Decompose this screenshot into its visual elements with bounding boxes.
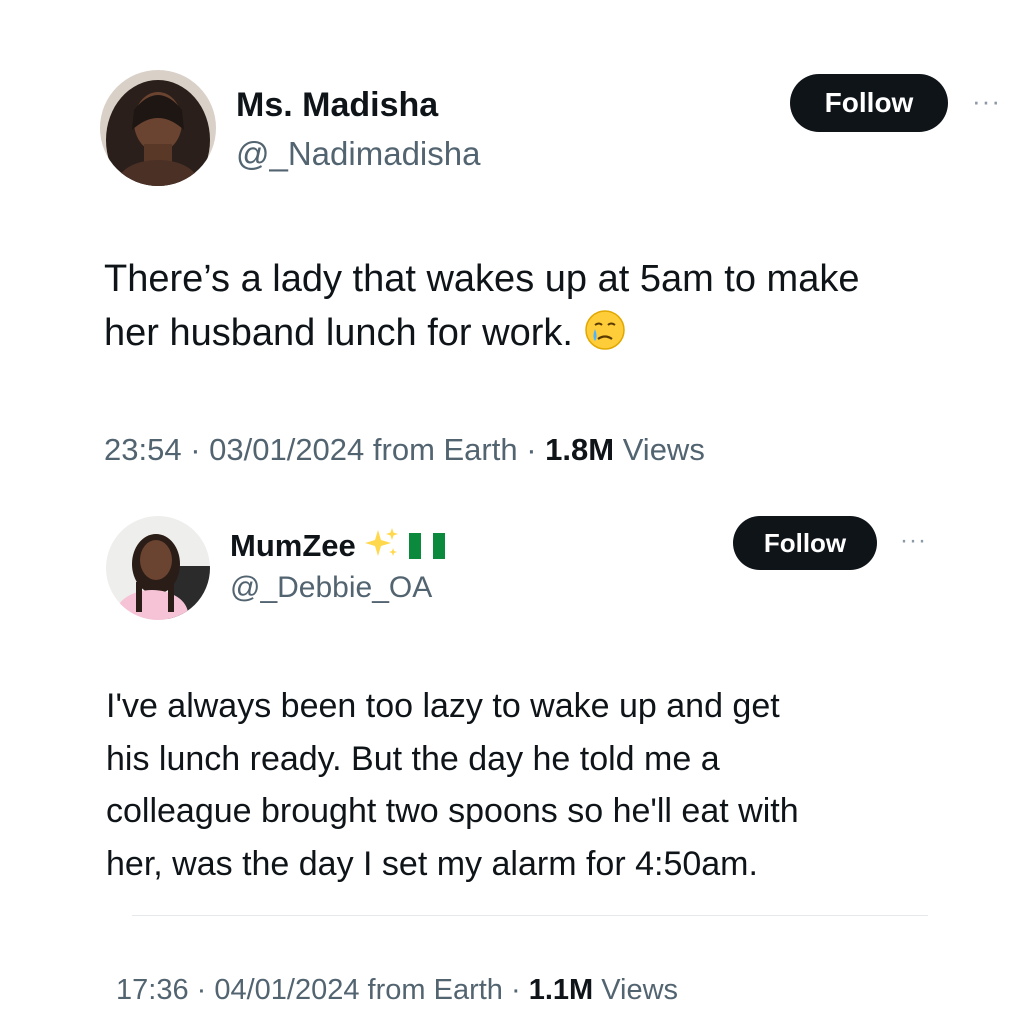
follow-button[interactable]: Follow bbox=[733, 516, 877, 570]
avatar[interactable] bbox=[100, 70, 216, 186]
timestamp[interactable]: 17:36 · 04/01/2024 from Earth · bbox=[116, 974, 529, 1006]
tweet-text-line: her husband lunch for work. bbox=[104, 306, 859, 366]
display-name[interactable]: Ms. Madisha bbox=[236, 86, 438, 125]
nigeria-flag-icon bbox=[409, 531, 445, 567]
tweet-text-line: colleague brought two spoons so he'll ea… bbox=[106, 792, 799, 830]
user-handle[interactable]: @_Debbie_OA bbox=[230, 571, 432, 605]
display-name-text: MumZee bbox=[230, 528, 356, 563]
tweet-meta: 23:54 · 03/01/2024 from Earth · 1.8M Vie… bbox=[104, 432, 705, 468]
tweet-text: There’s a lady that wakes up at 5am to m… bbox=[104, 252, 859, 366]
tweet-text-line: his lunch ready. But the day he told me … bbox=[106, 739, 720, 778]
tweet-meta: 17:36 · 04/01/2024 from Earth · 1.1M Vie… bbox=[116, 974, 678, 1007]
tweet-text: I've always been too lazy to wake up and… bbox=[106, 680, 799, 890]
profile-photo bbox=[106, 516, 210, 620]
tweet-text-line: I've always been too lazy to wake up and… bbox=[106, 687, 780, 725]
crying-face-emoji-icon bbox=[584, 309, 626, 366]
views-count: 1.1M bbox=[528, 974, 594, 1006]
tweet-text-line: her, was the day I set my alarm for 4:50… bbox=[106, 844, 758, 883]
views-label: Views bbox=[593, 974, 679, 1006]
display-name[interactable]: MumZee bbox=[230, 526, 445, 568]
timestamp[interactable]: 23:54 · 03/01/2024 from Earth · bbox=[104, 432, 545, 467]
divider bbox=[132, 915, 928, 916]
avatar[interactable] bbox=[106, 516, 210, 620]
follow-button[interactable]: Follow bbox=[790, 74, 948, 132]
tweet-text-segment: her husband lunch for work. bbox=[104, 312, 573, 354]
views-label: Views bbox=[614, 432, 705, 467]
tweet-text-line: There’s a lady that wakes up at 5am to m… bbox=[104, 258, 860, 300]
more-options-icon[interactable]: ··· bbox=[972, 86, 1001, 117]
sparkles-icon bbox=[364, 526, 400, 568]
user-handle[interactable]: @_Nadimadisha bbox=[236, 135, 480, 173]
profile-photo bbox=[100, 70, 216, 186]
more-options-icon[interactable]: ··· bbox=[900, 527, 927, 555]
views-count: 1.8M bbox=[545, 432, 615, 467]
